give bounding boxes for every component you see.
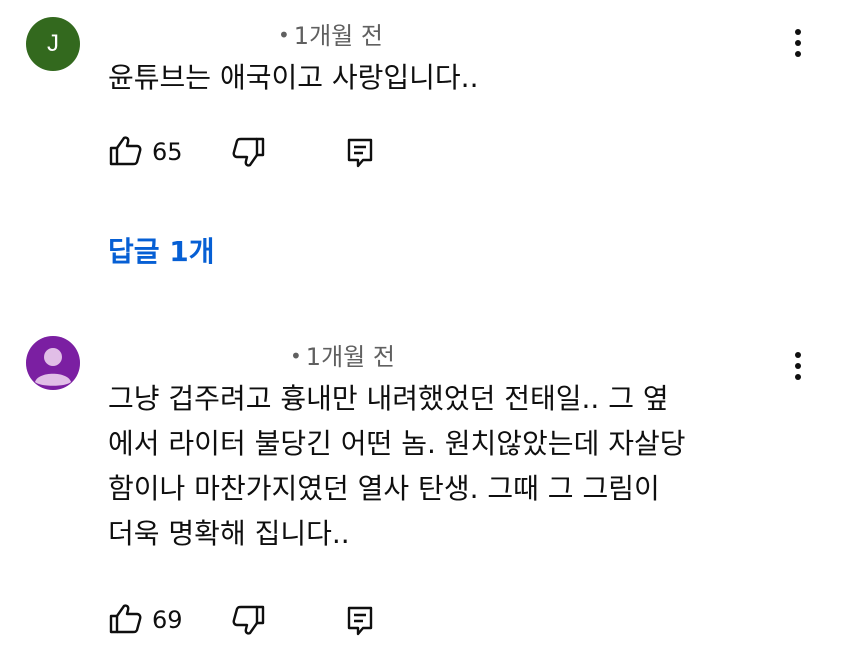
avatar[interactable]: J <box>26 17 80 71</box>
comment-item: J • 1개월 전 윤튜브는 애국이고 사랑입니다.. 65 <box>0 0 850 200</box>
separator-dot: • <box>278 23 290 47</box>
thumbs-up-icon[interactable] <box>108 601 144 637</box>
comment-timestamp[interactable]: • 1개월 전 <box>290 337 395 372</box>
comment-text: 그냥 겁주려고 흉내만 내려했었던 전태일.. 그 옆 에서 라이터 불당긴 어… <box>108 382 686 550</box>
thumbs-up-icon[interactable] <box>108 133 144 169</box>
like-count: 69 <box>152 606 183 634</box>
kebab-dot <box>795 352 801 358</box>
avatar[interactable] <box>26 336 80 390</box>
avatar-letter: J <box>47 30 59 57</box>
comment-text: 윤튜브는 애국이고 사랑입니다.. <box>108 61 479 94</box>
like-count: 65 <box>152 138 183 166</box>
kebab-dot <box>795 29 801 35</box>
separator-dot: • <box>290 344 302 368</box>
reply-icon[interactable] <box>342 135 378 171</box>
kebab-dot <box>795 40 801 46</box>
user-avatar-icon <box>26 336 80 390</box>
view-replies-button[interactable]: 답글 1개 <box>108 230 215 270</box>
kebab-dot <box>795 363 801 369</box>
reply-icon[interactable] <box>342 603 378 639</box>
timestamp-text: 1개월 전 <box>305 343 395 371</box>
timestamp-text: 1개월 전 <box>293 22 383 50</box>
thumbs-down-icon[interactable] <box>230 602 266 638</box>
thumbs-down-icon[interactable] <box>230 134 266 170</box>
comment-timestamp[interactable]: • 1개월 전 <box>278 16 383 51</box>
comment-item: • 1개월 전 그냥 겁주려고 흉내만 내려했었던 전태일.. 그 옆 에서 라이… <box>0 320 850 659</box>
